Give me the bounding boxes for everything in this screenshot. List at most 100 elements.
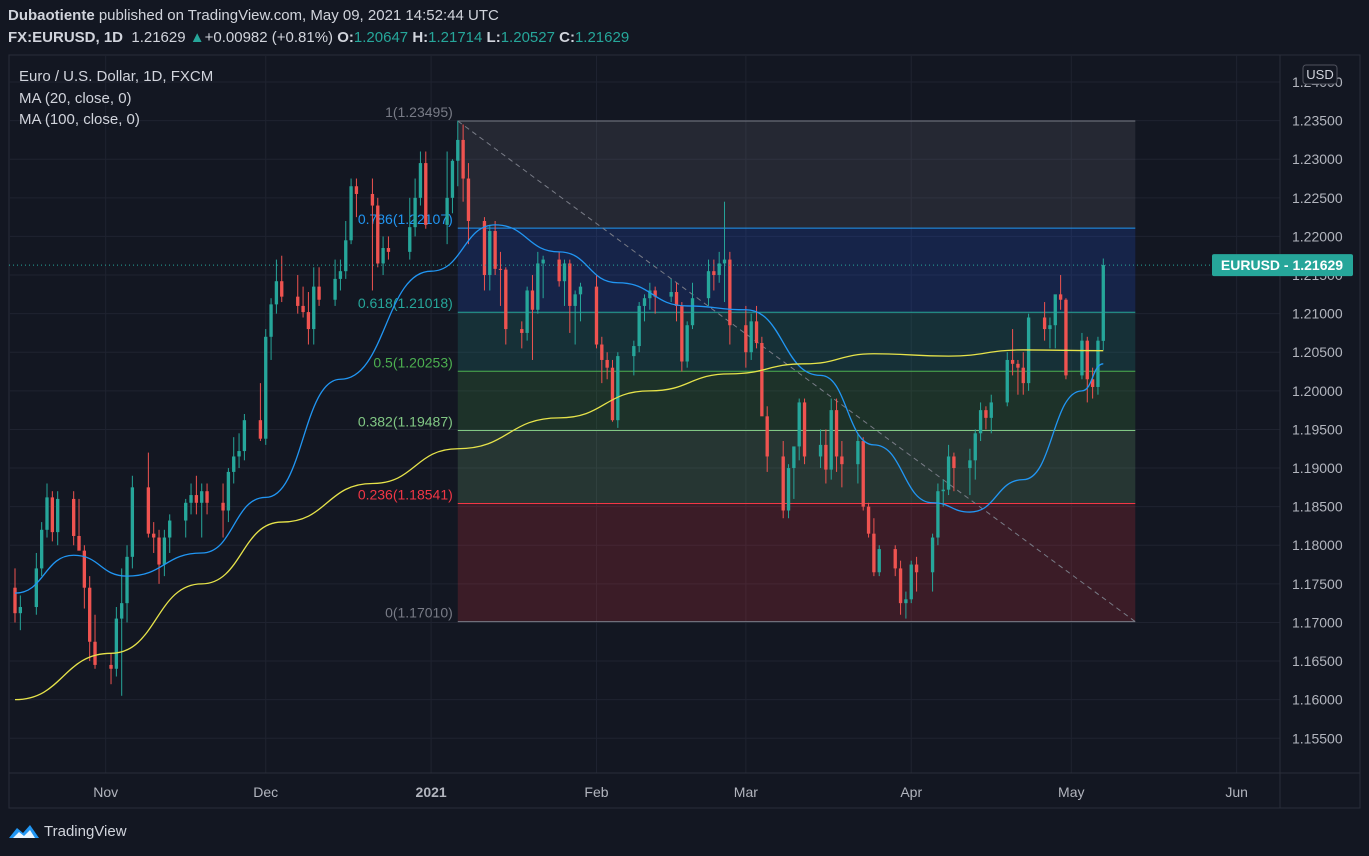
candle-body bbox=[258, 420, 263, 439]
candle[interactable] bbox=[152, 522, 156, 553]
candle[interactable] bbox=[344, 220, 348, 279]
candle[interactable] bbox=[56, 491, 60, 546]
price-tick-label: 1.21000 bbox=[1292, 306, 1343, 322]
candle[interactable] bbox=[610, 359, 615, 422]
candle[interactable] bbox=[50, 491, 55, 542]
candle[interactable] bbox=[146, 452, 151, 538]
candle[interactable] bbox=[162, 529, 167, 577]
candle[interactable] bbox=[242, 414, 247, 461]
candle[interactable] bbox=[45, 483, 49, 538]
candle[interactable] bbox=[877, 545, 881, 577]
candle-body bbox=[1064, 299, 1068, 376]
candle-body bbox=[456, 139, 460, 161]
candle[interactable] bbox=[280, 255, 284, 303]
candle[interactable] bbox=[72, 491, 76, 546]
candle[interactable] bbox=[114, 607, 119, 677]
candle-body bbox=[856, 441, 860, 465]
candle-body bbox=[866, 506, 871, 534]
candle[interactable] bbox=[424, 151, 428, 229]
candle-body bbox=[669, 292, 673, 297]
candle[interactable] bbox=[1005, 352, 1009, 407]
candle[interactable] bbox=[226, 468, 231, 523]
candle[interactable] bbox=[205, 483, 209, 515]
candle-body bbox=[898, 568, 903, 604]
candle-body bbox=[824, 444, 828, 470]
candle[interactable] bbox=[269, 298, 273, 360]
candle[interactable] bbox=[1026, 313, 1031, 391]
price-tick-label: 1.18500 bbox=[1292, 499, 1343, 515]
candle[interactable] bbox=[445, 151, 449, 245]
candle[interactable] bbox=[237, 433, 241, 469]
candle[interactable] bbox=[40, 522, 44, 577]
candle[interactable] bbox=[120, 568, 124, 696]
candle[interactable] bbox=[301, 286, 305, 318]
candle-body bbox=[226, 471, 231, 511]
candle[interactable] bbox=[413, 178, 417, 237]
candle[interactable] bbox=[936, 483, 940, 546]
candle-body bbox=[765, 416, 769, 457]
candle[interactable] bbox=[525, 286, 529, 341]
candle[interactable] bbox=[88, 576, 92, 662]
candle[interactable] bbox=[157, 529, 161, 584]
candle[interactable] bbox=[125, 545, 129, 623]
candle[interactable] bbox=[386, 236, 391, 260]
candle-body bbox=[344, 240, 348, 272]
candle[interactable] bbox=[829, 398, 833, 480]
candle[interactable] bbox=[1064, 298, 1068, 380]
candle[interactable] bbox=[349, 178, 353, 245]
candle[interactable] bbox=[168, 514, 172, 553]
candle[interactable] bbox=[333, 259, 337, 306]
candle[interactable] bbox=[221, 483, 225, 538]
footer-brand[interactable]: TradingView bbox=[44, 823, 127, 840]
candle[interactable] bbox=[258, 383, 263, 442]
price-tick-label: 1.20500 bbox=[1292, 344, 1343, 360]
candle[interactable] bbox=[189, 483, 193, 515]
candle[interactable] bbox=[376, 197, 380, 268]
candle[interactable] bbox=[312, 267, 316, 345]
candle[interactable] bbox=[232, 437, 236, 484]
price-chart[interactable]: 1(1.23495)0.786(1.22107)0.618(1.21018)0.… bbox=[0, 0, 1369, 856]
candle[interactable] bbox=[200, 483, 204, 538]
candle[interactable] bbox=[274, 259, 279, 314]
time-tick-label: Mar bbox=[734, 784, 758, 800]
candle[interactable] bbox=[13, 568, 17, 623]
candle[interactable] bbox=[82, 545, 87, 609]
candle[interactable] bbox=[616, 352, 620, 428]
candle[interactable] bbox=[760, 336, 764, 417]
candle[interactable] bbox=[450, 159, 455, 214]
candle-body bbox=[610, 367, 615, 421]
candle-body bbox=[482, 220, 487, 276]
price-tick-label: 1.23000 bbox=[1292, 151, 1343, 167]
candle[interactable] bbox=[1101, 258, 1105, 351]
candle[interactable] bbox=[184, 498, 188, 538]
candle[interactable] bbox=[408, 197, 412, 260]
candle[interactable] bbox=[866, 502, 871, 538]
candle[interactable] bbox=[130, 475, 135, 569]
candle[interactable] bbox=[861, 437, 865, 511]
candle-body bbox=[1005, 359, 1009, 403]
tradingview-logo-icon[interactable] bbox=[8, 822, 40, 840]
candle[interactable] bbox=[306, 292, 311, 345]
candle-body bbox=[264, 336, 268, 439]
candle[interactable] bbox=[685, 321, 689, 368]
legend-ma100[interactable]: MA (100, close, 0) bbox=[19, 111, 140, 128]
candle[interactable] bbox=[264, 329, 268, 445]
candle[interactable] bbox=[637, 302, 641, 353]
candle-body bbox=[818, 444, 823, 457]
candle[interactable] bbox=[680, 302, 684, 372]
candle[interactable] bbox=[381, 236, 385, 276]
candle[interactable] bbox=[317, 267, 321, 306]
candle[interactable] bbox=[370, 178, 375, 291]
candle-body bbox=[685, 325, 689, 362]
candle-body bbox=[125, 556, 129, 604]
candle[interactable] bbox=[296, 275, 300, 314]
candle[interactable] bbox=[909, 560, 913, 604]
candle[interactable] bbox=[18, 595, 23, 631]
candle[interactable] bbox=[802, 398, 807, 465]
candle[interactable] bbox=[194, 475, 199, 515]
legend-ma20[interactable]: MA (20, close, 0) bbox=[19, 90, 132, 107]
candle[interactable] bbox=[786, 464, 791, 519]
candle[interactable] bbox=[109, 653, 113, 685]
candle-body bbox=[728, 259, 732, 326]
candle[interactable] bbox=[338, 259, 343, 291]
